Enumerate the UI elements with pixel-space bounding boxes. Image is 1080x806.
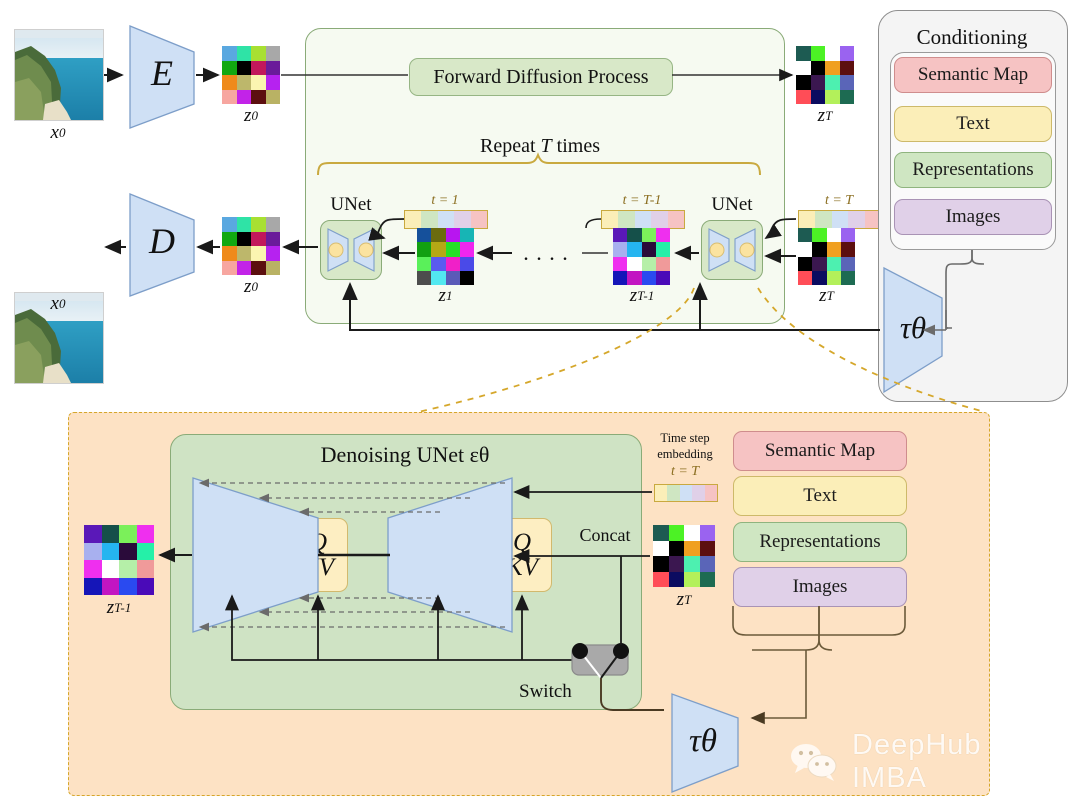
watermark-text: DeepHub IMBA (852, 729, 982, 794)
watermark: DeepHub IMBA (786, 729, 1056, 794)
wechat-icon (791, 744, 837, 781)
diagram-root: x0 E z0 Forward Diffusion Process Repeat… (0, 0, 1080, 806)
connector-lines (104, 67, 986, 725)
